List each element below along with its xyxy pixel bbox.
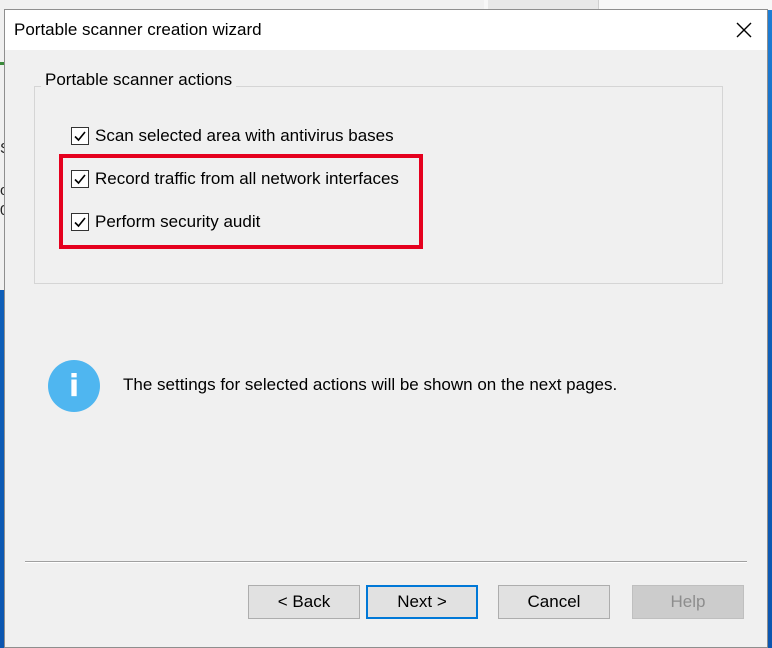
option-label: Perform security audit: [95, 212, 261, 231]
option-scan-antivirus[interactable]: Scan selected area with antivirus bases: [71, 126, 394, 146]
option-label: Scan selected area with antivirus bases: [95, 126, 394, 145]
help-button[interactable]: Help: [632, 585, 744, 619]
checkbox-security-audit[interactable]: [71, 213, 89, 231]
groupbox-legend: Portable scanner actions: [41, 70, 237, 90]
close-button[interactable]: [721, 10, 767, 50]
checkbox-record-traffic[interactable]: [71, 170, 89, 188]
footer-divider: [25, 561, 747, 563]
checkmark-icon: [74, 217, 86, 228]
next-button[interactable]: Next >: [366, 585, 478, 619]
close-icon: [736, 22, 752, 38]
back-button[interactable]: < Back: [248, 585, 360, 619]
option-label: Record traffic from all network interfac…: [95, 169, 399, 188]
title-bar: Portable scanner creation wizard: [5, 10, 767, 50]
checkmark-icon: [74, 174, 86, 185]
option-security-audit[interactable]: Perform security audit: [71, 212, 260, 232]
wizard-dialog: Portable scanner creation wizard Portabl…: [4, 9, 768, 648]
option-record-traffic[interactable]: Record traffic from all network interfac…: [71, 169, 399, 189]
dialog-title: Portable scanner creation wizard: [14, 20, 262, 39]
checkbox-scan-antivirus[interactable]: [71, 127, 89, 145]
info-icon-glyph: i: [68, 368, 80, 404]
info-message: The settings for selected actions will b…: [123, 375, 618, 394]
checkmark-icon: [74, 131, 86, 142]
cancel-button[interactable]: Cancel: [498, 585, 610, 619]
dialog-content: Portable scanner actions Scan selected a…: [5, 50, 767, 647]
info-icon: i: [48, 360, 100, 412]
